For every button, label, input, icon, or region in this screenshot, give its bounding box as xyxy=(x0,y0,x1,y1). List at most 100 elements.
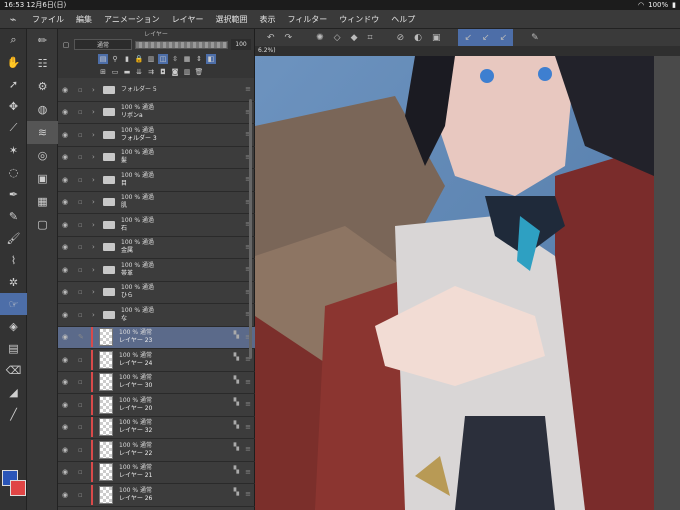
folder-expand-chevron-icon[interactable]: › xyxy=(92,86,100,94)
drag-handle-icon[interactable]: ≡ xyxy=(245,378,251,386)
brush-icon[interactable]: 🖌 xyxy=(0,227,27,249)
edit-lock-icon[interactable]: ▫ xyxy=(78,266,88,274)
mask-icon[interactable]: ◫ xyxy=(158,53,168,64)
layer-palette-icon[interactable]: ≋ xyxy=(27,121,58,144)
edit-lock-icon[interactable]: ▫ xyxy=(78,176,88,184)
visibility-eye-icon[interactable]: ◉ xyxy=(62,198,74,206)
folder-expand-chevron-icon[interactable]: › xyxy=(92,311,100,319)
layer-color-icon[interactable]: ◧ xyxy=(206,53,216,64)
crop-icon[interactable]: ⌗ xyxy=(367,33,372,43)
visibility-eye-icon[interactable]: ◉ xyxy=(62,266,74,274)
edit-lock-icon[interactable]: ▫ xyxy=(78,378,88,386)
visibility-eye-icon[interactable]: ◉ xyxy=(62,446,74,454)
layer-row[interactable]: ◉▫›100 % 通過石≡ xyxy=(58,214,255,237)
tool-property-icon[interactable]: ☷ xyxy=(27,52,58,75)
loading-icon[interactable]: ✺ xyxy=(316,33,324,43)
visibility-eye-icon[interactable]: ◉ xyxy=(62,131,74,139)
folder-expand-chevron-icon[interactable]: › xyxy=(92,221,100,229)
new-folder-icon[interactable]: ▬ xyxy=(122,67,132,77)
layer-row[interactable]: ◉▫›100 % 通過な≡ xyxy=(58,304,255,327)
layer-row[interactable]: ◉▫›100 % 通過帯革≡ xyxy=(58,259,255,282)
edit-lock-icon[interactable]: ▫ xyxy=(78,311,88,319)
mask-add-icon[interactable]: ◘ xyxy=(158,67,168,77)
edit-lock-icon[interactable]: ▫ xyxy=(78,401,88,409)
deselect-icon[interactable]: ⊘ xyxy=(397,33,405,43)
drag-handle-icon[interactable]: ≡ xyxy=(245,85,251,93)
opacity-value[interactable]: 100 xyxy=(231,39,251,50)
pencil-icon[interactable]: ✎ xyxy=(0,205,27,227)
edit-lock-icon[interactable]: ✎ xyxy=(78,333,88,341)
line-icon[interactable]: ╱ xyxy=(0,403,27,425)
draft-icon[interactable]: ▮ xyxy=(122,54,132,64)
layer-row[interactable]: ◉▫›100 % 通過フォルダー 3≡ xyxy=(58,124,255,147)
menu-view[interactable]: 表示 xyxy=(253,14,281,25)
layer-property-icon[interactable]: ▢ xyxy=(27,213,58,236)
eyedropper-icon[interactable]: ⟋ xyxy=(0,117,27,139)
menu-window[interactable]: ウィンドウ xyxy=(333,14,385,25)
drag-handle-icon[interactable]: ≡ xyxy=(245,468,251,476)
hand-icon[interactable]: ✋ xyxy=(0,51,27,73)
sub-tool-icon[interactable]: ⚙ xyxy=(27,75,58,98)
color-icon[interactable]: ▦ xyxy=(182,54,192,64)
layer-row[interactable]: ◉▫›100 % 通過金属≡ xyxy=(58,237,255,259)
edit-lock-icon[interactable]: ▫ xyxy=(78,491,88,499)
app-logo-icon[interactable]: ⌁ xyxy=(0,13,26,26)
layer-row[interactable]: ◉✎100 % 通常レイヤー 23▚≡ xyxy=(58,326,255,349)
fill-layer-icon[interactable]: ◆ xyxy=(351,33,358,43)
merge-icon[interactable]: ⇉ xyxy=(146,67,156,77)
visibility-eye-icon[interactable]: ◉ xyxy=(62,176,74,184)
new-raster-layer-icon[interactable]: ⊞ xyxy=(98,67,108,77)
move-icon[interactable]: ✥ xyxy=(0,95,27,117)
zoom-icon[interactable]: ⌕ xyxy=(0,29,27,51)
edit-lock-icon[interactable]: ▫ xyxy=(78,131,88,139)
clear-icon[interactable]: ◇ xyxy=(334,33,341,43)
blend-mode-select[interactable]: 通常 xyxy=(74,39,132,50)
drag-handle-icon[interactable]: ≡ xyxy=(245,490,251,498)
sub-color-swatch[interactable] xyxy=(10,480,26,496)
brush-preset-1-icon[interactable]: ↙ xyxy=(464,33,472,43)
folder-expand-chevron-icon[interactable]: › xyxy=(92,131,100,139)
visibility-eye-icon[interactable]: ◉ xyxy=(62,221,74,229)
color-swatches[interactable] xyxy=(2,470,26,500)
edit-lock-icon[interactable]: ▫ xyxy=(78,423,88,431)
layer-row[interactable]: ◉ ▫ 100 % 通常 レイヤー 20 ▚ ≡ xyxy=(58,394,255,417)
mask-apply-icon[interactable]: ◙ xyxy=(170,67,180,77)
visibility-eye-icon[interactable]: ◉ xyxy=(62,153,74,161)
figure-icon[interactable]: ◢ xyxy=(0,381,27,403)
edit-lock-icon[interactable]: ▫ xyxy=(78,86,88,94)
visibility-eye-icon[interactable]: ◉ xyxy=(62,401,74,409)
layer-row[interactable]: ◉ ▫ 100 % 通常 レイヤー 32 ▚ ≡ xyxy=(58,417,255,439)
brush-size-icon[interactable]: ✏ xyxy=(27,29,58,52)
redo-icon[interactable]: ↷ xyxy=(285,33,293,43)
decoration-icon[interactable]: ✲ xyxy=(0,271,27,293)
drag-handle-icon[interactable]: ≡ xyxy=(245,445,251,453)
menu-edit[interactable]: 編集 xyxy=(70,14,98,25)
link-icon[interactable]: ⇳ xyxy=(170,54,180,64)
menu-help[interactable]: ヘルプ xyxy=(385,14,421,25)
lock-alpha-icon[interactable]: ▥ xyxy=(146,54,156,64)
layer-row[interactable]: ◉ ▫ 100 % 通常 レイヤー 26 ▚ ≡ xyxy=(58,484,255,507)
trash-icon[interactable]: 🗑 xyxy=(194,67,204,77)
invert-selection-icon[interactable]: ◐ xyxy=(414,33,422,43)
new-vector-layer-icon[interactable]: ▭ xyxy=(110,67,120,77)
pen-icon[interactable]: ✒ xyxy=(0,183,27,205)
menu-layer[interactable]: レイヤー xyxy=(166,14,210,25)
gradient-icon[interactable]: ▤ xyxy=(0,337,27,359)
lasso-icon[interactable]: ◌ xyxy=(0,161,27,183)
fill-icon[interactable]: ◈ xyxy=(0,315,27,337)
folder-expand-chevron-icon[interactable]: › xyxy=(92,243,100,251)
visibility-eye-icon[interactable]: ◉ xyxy=(62,108,74,116)
layer-row[interactable]: ◉ ▫ › フォルダー 5 ≡ xyxy=(58,79,255,102)
drag-handle-icon[interactable]: ≡ xyxy=(245,423,251,431)
ruler-icon[interactable]: ⇕ xyxy=(194,54,204,64)
navigator-icon[interactable]: ◎ xyxy=(27,144,58,167)
edit-lock-icon[interactable]: ▫ xyxy=(78,221,88,229)
visibility-eye-icon[interactable]: ◉ xyxy=(62,243,74,251)
visibility-eye-icon[interactable]: ◉ xyxy=(62,288,74,296)
layer-row[interactable]: ◉▫›100 % 通過肌≡ xyxy=(58,192,255,214)
visibility-eye-icon[interactable]: ◉ xyxy=(62,333,74,341)
brush-preset-3-icon[interactable]: ↙ xyxy=(500,33,508,43)
reference-icon[interactable]: ⚲ xyxy=(110,54,120,64)
edit-lock-icon[interactable]: ▫ xyxy=(78,153,88,161)
visibility-eye-icon[interactable]: ◉ xyxy=(62,378,74,386)
